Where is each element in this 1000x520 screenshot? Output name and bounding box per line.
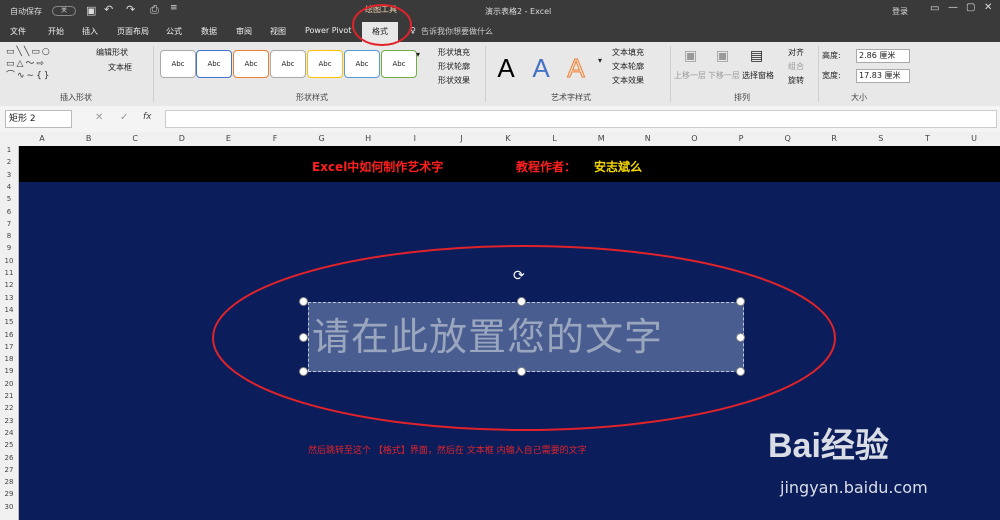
watermark-url: jingyan.baidu.com [780, 478, 928, 497]
instruction-caption: 然后跳转至这个 【格式】界面，然后在 文本框 内输入自己需要的文字 [308, 446, 587, 456]
format-tab-highlight-ellipse [352, 4, 412, 46]
baidu-jingyan-logo: Bai经验 [768, 427, 889, 465]
text-box-highlight-ellipse [212, 245, 836, 431]
